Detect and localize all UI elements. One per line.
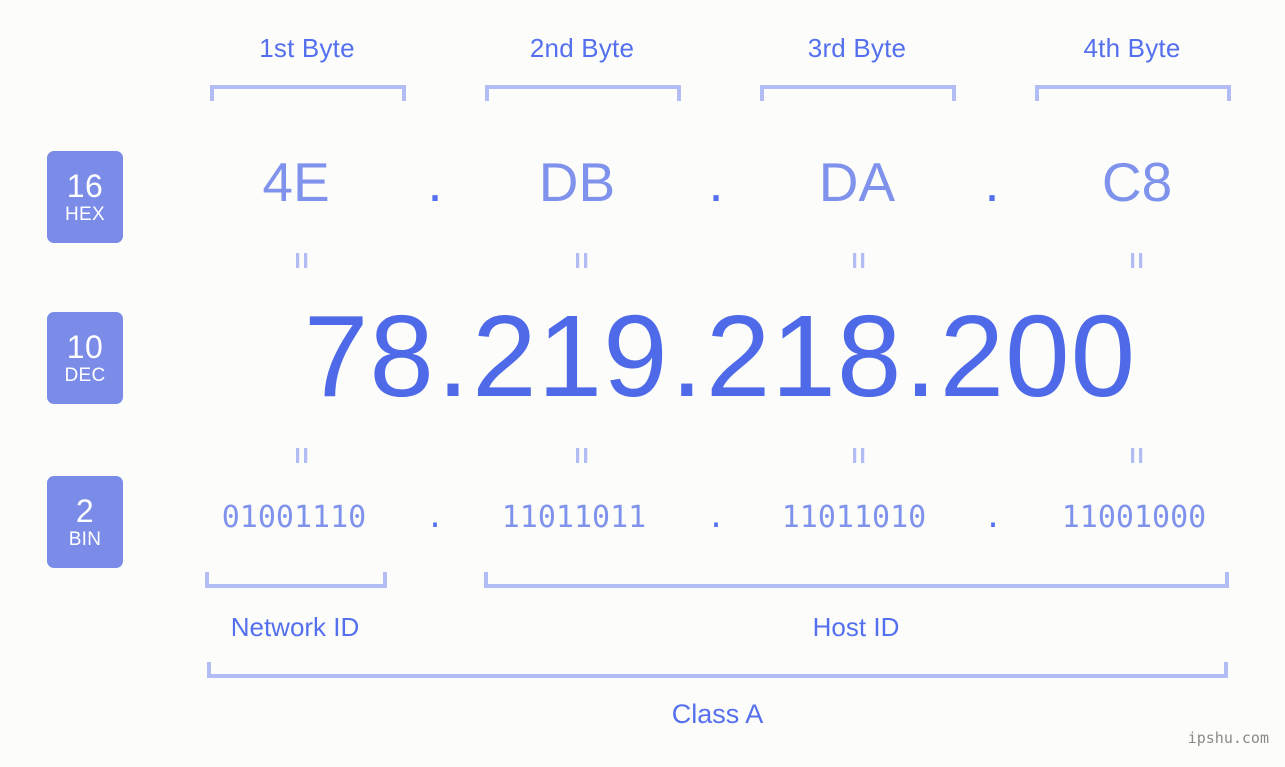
dec-byte-value-3: 218 (705, 291, 903, 421)
byte-bracket-4 (1035, 85, 1231, 101)
hex-badge-number: 16 (66, 168, 104, 204)
bin-base-badge: 2 BIN (47, 476, 123, 568)
hex-byte-value-4: C8 (1101, 151, 1173, 213)
equals-icon-dec-bin-1: = (285, 446, 318, 464)
bin-separator-3: . (983, 500, 1003, 535)
bin-byte-value-3: 11011010 (781, 500, 927, 535)
dec-byte-value-1: 78 (303, 291, 435, 421)
host-id-bracket (484, 572, 1229, 588)
hex-badge-name: HEX (65, 204, 105, 225)
dec-separator-1: . (436, 291, 471, 421)
bin-separator-2: . (706, 500, 726, 535)
dec-byte-value-2: 219 (472, 291, 669, 421)
hex-separator-2: . (708, 151, 724, 213)
site-watermark: ipshu.com (1187, 729, 1269, 747)
class-bracket (207, 662, 1228, 678)
dec-separator-2: . (670, 291, 704, 421)
class-label: Class A (671, 699, 764, 729)
hex-byte-value-1: 4E (262, 151, 330, 213)
byte-header-label-3: 3rd Byte (807, 33, 907, 63)
dec-ip-address: 78 . 219 . 218 . 200 (205, 296, 1235, 416)
dec-byte-value-4: 200 (939, 291, 1137, 421)
dec-badge-name: DEC (64, 365, 106, 386)
equals-icon-dec-bin-3: = (842, 446, 875, 464)
hex-base-badge: 16 HEX (47, 151, 123, 243)
byte-header-label-1: 1st Byte (259, 33, 355, 63)
byte-header-label-4: 4th Byte (1083, 33, 1181, 63)
equals-icon-hex-dec-1: = (285, 251, 318, 269)
byte-header-label-2: 2nd Byte (529, 33, 635, 63)
byte-bracket-2 (485, 85, 681, 101)
bin-badge-name: BIN (68, 529, 102, 550)
bin-separator-1: . (425, 500, 445, 535)
bin-byte-value-4: 11001000 (1061, 500, 1207, 535)
bin-badge-number: 2 (75, 493, 95, 529)
network-id-bracket (205, 572, 387, 588)
hex-byte-value-2: DB (538, 151, 616, 213)
host-id-label: Host ID (812, 612, 900, 642)
dec-separator-3: . (904, 291, 938, 421)
equals-icon-dec-bin-2: = (565, 446, 598, 464)
hex-separator-3: . (984, 151, 1000, 213)
equals-icon-hex-dec-4: = (1120, 251, 1153, 269)
network-id-label: Network ID (230, 612, 360, 642)
hex-byte-value-3: DA (818, 151, 896, 213)
ip-address-breakdown-diagram: 1st Byte 2nd Byte 3rd Byte 4th Byte 16 H… (0, 0, 1285, 767)
hex-separator-1: . (427, 151, 443, 213)
dec-badge-number: 10 (66, 329, 104, 365)
byte-bracket-1 (210, 85, 406, 101)
bin-byte-value-1: 01001110 (221, 500, 367, 535)
equals-icon-hex-dec-2: = (565, 251, 598, 269)
equals-icon-dec-bin-4: = (1120, 446, 1153, 464)
dec-base-badge: 10 DEC (47, 312, 123, 404)
byte-bracket-3 (760, 85, 956, 101)
bin-byte-value-2: 11011011 (501, 500, 647, 535)
equals-icon-hex-dec-3: = (842, 251, 875, 269)
